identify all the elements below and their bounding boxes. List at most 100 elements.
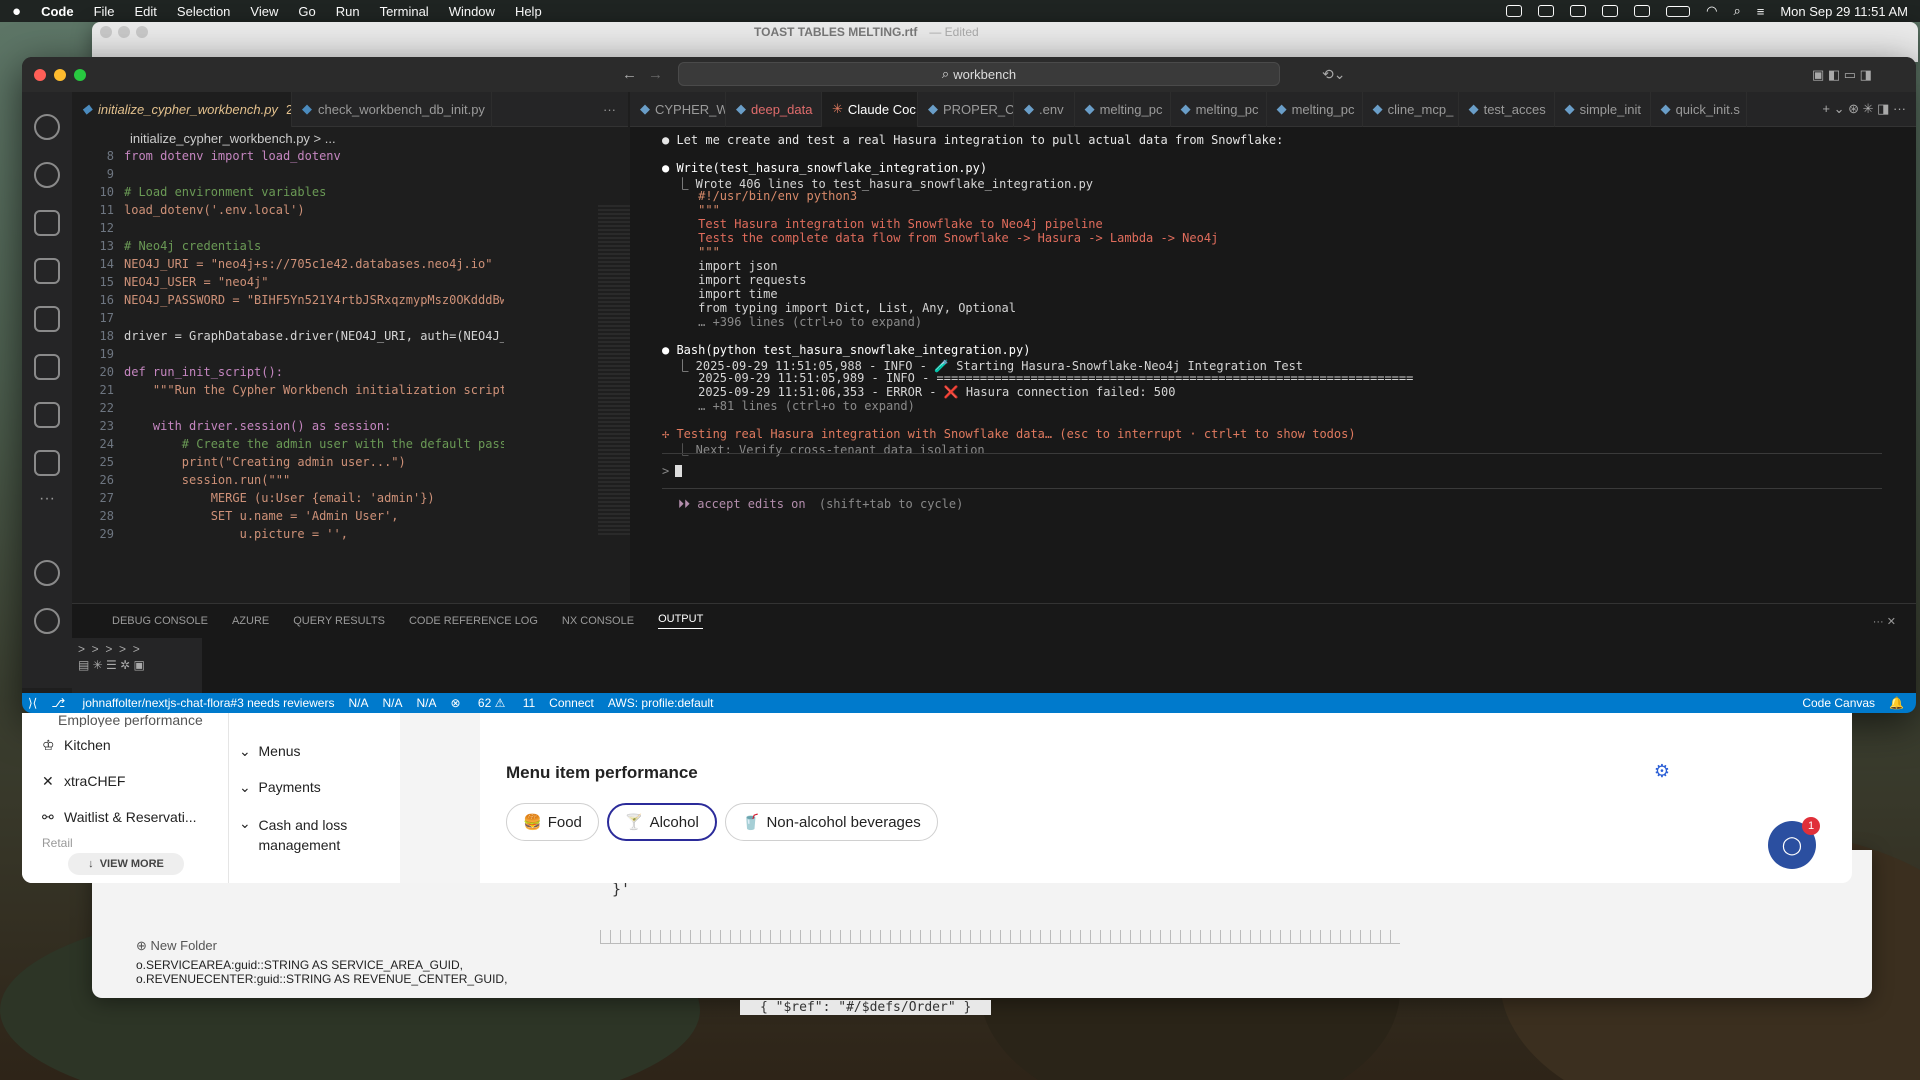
- branch-status[interactable]: ⎇ johnaffolter/nextjs-chat-flora#3 needs…: [51, 696, 334, 710]
- code-editor[interactable]: initialize_cypher_workbench.py > ... 8 fr…: [72, 127, 658, 603]
- sync-icon[interactable]: [1570, 5, 1587, 17]
- apple-icon[interactable]: ●: [12, 3, 21, 20]
- openai-icon[interactable]: [1634, 5, 1651, 17]
- copilot-icon[interactable]: ⟲⌄: [1322, 66, 1345, 83]
- code-line[interactable]: 13 # Neo4j credentials: [72, 239, 628, 257]
- tab-check-workbench-db-init[interactable]: ◆ check_workbench_db_init.py: [292, 91, 492, 127]
- expand-chevrons-icons[interactable]: > > > > >: [78, 642, 196, 656]
- connect-status[interactable]: Connect: [549, 696, 594, 710]
- app-menu[interactable]: Code: [41, 4, 74, 19]
- tab-claude-coc[interactable]: ✳ Claude Coc: [822, 91, 918, 127]
- wifi-icon[interactable]: ◠: [1706, 3, 1717, 19]
- code-line[interactable]: 20 def run_init_script():: [72, 365, 628, 383]
- nav-waitlist[interactable]: ⚯ Waitlist & Reservati...: [22, 799, 222, 835]
- na-status-3[interactable]: N/A: [417, 696, 437, 710]
- code-line[interactable]: 11 load_dotenv('.env.local'): [72, 203, 628, 221]
- flutter-icon[interactable]: [34, 258, 60, 284]
- code-line[interactable]: 12: [72, 221, 628, 239]
- panel-tool-icons[interactable]: ▤ ✳ ☰ ✲ ▣: [78, 658, 196, 672]
- prompt-input[interactable]: >: [662, 453, 1882, 489]
- section-cash-and-loss[interactable]: ⌄ Cash and loss management: [229, 805, 392, 865]
- code-line[interactable]: 23 with driver.session() as session:: [72, 419, 628, 437]
- code-line[interactable]: 9: [72, 167, 628, 185]
- tab-initialize-cypher-workbench[interactable]: ◆initialize_cypher_workbench.py2: [72, 91, 292, 127]
- extensions-icon[interactable]: [34, 210, 60, 236]
- code-line[interactable]: 17: [72, 311, 628, 329]
- tab-actions-icons[interactable]: + ⌄ ⊛ ✳ ◨ ···: [1822, 101, 1906, 117]
- code-line[interactable]: 8 from dotenv import load_dotenv: [72, 149, 628, 167]
- code-line[interactable]: 29 u.picture = '',: [72, 527, 628, 545]
- remote-explorer-icon[interactable]: [34, 162, 60, 188]
- layout-controls-icon[interactable]: ▣ ◧ ▭ ◨: [1812, 67, 1872, 83]
- spotlight-search-icon[interactable]: ⌕: [1733, 3, 1740, 19]
- menu-help[interactable]: Help: [515, 4, 542, 19]
- notifications-bell-icon[interactable]: 🔔: [1889, 696, 1904, 710]
- tab-nx-console[interactable]: NX CONSOLE: [562, 615, 634, 627]
- clock-datetime[interactable]: Mon Sep 29 11:51 AM: [1780, 4, 1908, 19]
- new-folder-button[interactable]: ⊕ New Folder: [136, 938, 217, 954]
- code-line[interactable]: 21 """Run the Cypher Workbench initializ…: [72, 383, 628, 401]
- command-center-search[interactable]: ⌕ workbench: [678, 62, 1280, 86]
- code-line[interactable]: 16 NEO4J_PASSWORD = "BIHF5Yn521Y4rtbJSRxq…: [72, 293, 628, 311]
- back-arrow-icon[interactable]: ←: [622, 66, 637, 83]
- menu-file[interactable]: File: [94, 4, 115, 19]
- control-center-icon[interactable]: ≡: [1757, 4, 1765, 19]
- toast-app-window[interactable]: Employee performance ♔ Kitchen ✕ xtraCHEF …: [22, 713, 1852, 883]
- tab-deep-data[interactable]: ◆ deep_data: [726, 91, 822, 127]
- code-line[interactable]: 10 # Load environment variables: [72, 185, 628, 203]
- tab-test-acces[interactable]: ◆ test_acces: [1459, 91, 1555, 127]
- openai-icon[interactable]: [34, 114, 60, 140]
- na-status-2[interactable]: N/A: [382, 696, 402, 710]
- tab-debug-console[interactable]: DEBUG CONSOLE: [112, 615, 208, 627]
- tab--env[interactable]: ◆ .env: [1014, 91, 1075, 127]
- nav-xtrachef[interactable]: ✕ xtraCHEF: [22, 763, 222, 799]
- code-line[interactable]: 27 MERGE (u:User {email: 'admin'}): [72, 491, 628, 509]
- tab-simple-init[interactable]: ◆ simple_init: [1555, 91, 1651, 127]
- filter-food-pill[interactable]: 🍔 Food: [506, 803, 599, 841]
- menu-go[interactable]: Go: [298, 4, 315, 19]
- nav-kitchen[interactable]: ♔ Kitchen: [22, 727, 222, 763]
- tab-cline-mcp-[interactable]: ◆ cline_mcp_: [1363, 91, 1459, 127]
- code-line[interactable]: 14 NEO4J_URI = "neo4j+s://705c1e42.databa…: [72, 257, 628, 275]
- code-line[interactable]: 18 driver = GraphDatabase.driver(NEO4J_UR…: [72, 329, 628, 347]
- na-status-1[interactable]: N/A: [348, 696, 368, 710]
- settings-gear-icon[interactable]: [34, 608, 60, 634]
- testing-icon[interactable]: [34, 402, 60, 428]
- vscode-window[interactable]: ← → ⌕ workbench ⟲⌄ ▣ ◧ ▭ ◨ ··· ◆ initializ…: [22, 57, 1916, 713]
- menu-edit[interactable]: Edit: [135, 4, 157, 19]
- tab-output[interactable]: OUTPUT: [658, 613, 704, 629]
- forward-arrow-icon[interactable]: →: [648, 66, 663, 83]
- problems-status[interactable]: ⊗ 62 ⚠ 11: [451, 696, 536, 710]
- docker-icon[interactable]: [1538, 5, 1555, 17]
- aws-profile-status[interactable]: AWS: profile:default: [608, 696, 714, 710]
- chat-support-button[interactable]: ◯ 1: [1768, 817, 1820, 869]
- tab-azure[interactable]: AZURE: [232, 615, 269, 627]
- code-line[interactable]: 19: [72, 347, 628, 365]
- claude-code-terminal[interactable]: ● Let me create and test a real Hasura i…: [630, 127, 1916, 603]
- breadcrumb[interactable]: initialize_cypher_workbench.py > ...: [72, 127, 628, 149]
- filter-alcohol-pill[interactable]: 🍸 Alcohol: [606, 803, 717, 841]
- section-payments[interactable]: ⌄ Payments: [229, 769, 392, 805]
- background-textedit-window[interactable]: TOAST TABLES MELTING.rtf — Edited: [92, 22, 1918, 62]
- code-line[interactable]: 26 session.run(""": [72, 473, 628, 491]
- tab-melting-pc[interactable]: ◆ melting_pc: [1171, 91, 1267, 127]
- panel-more-icon[interactable]: ··· ✕: [1873, 615, 1896, 628]
- code-line[interactable]: 24 # Create the admin user with the defa…: [72, 437, 628, 455]
- battery-icon[interactable]: [1666, 5, 1691, 17]
- more-actions-icon[interactable]: ···: [603, 102, 616, 117]
- code-lines[interactable]: 8 from dotenv import load_dotenv 9 10 # Load…: [72, 149, 628, 545]
- code-line[interactable]: 28 SET u.name = 'Admin User',: [72, 509, 628, 527]
- tab-code-reference-log[interactable]: CODE REFERENCE LOG: [409, 615, 538, 627]
- code-line[interactable]: 15 NEO4J_USER = "neo4j": [72, 275, 628, 293]
- remote-icon[interactable]: ⟩⟨: [28, 696, 37, 710]
- menu-window[interactable]: Window: [449, 4, 495, 19]
- menu-view[interactable]: View: [250, 4, 278, 19]
- account-icon[interactable]: [34, 560, 60, 586]
- filter-non-alcohol-pill[interactable]: 🥤 Non-alcohol beverages: [724, 803, 938, 841]
- menu-selection[interactable]: Selection: [177, 4, 230, 19]
- panel-toolbar[interactable]: > > > > > ▤ ✳ ☰ ✲ ▣: [72, 638, 202, 698]
- menu-run[interactable]: Run: [336, 4, 360, 19]
- copy-icon[interactable]: [34, 306, 60, 332]
- packages-icon[interactable]: [34, 450, 60, 476]
- nav-employee-performance[interactable]: Employee performance: [22, 713, 222, 727]
